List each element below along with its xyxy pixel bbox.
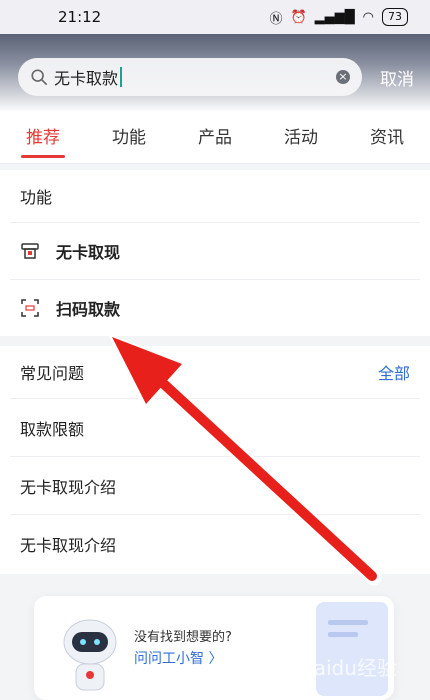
faq-title: 常见问题 <box>20 364 85 383</box>
tab-activities[interactable]: 活动 <box>258 112 344 164</box>
tab-products[interactable]: 产品 <box>172 112 258 164</box>
text-caret <box>120 67 123 87</box>
function-item-scan-withdraw[interactable]: 扫码取款 <box>10 279 420 336</box>
tab-recommended[interactable]: 推荐 <box>0 112 86 164</box>
search-input[interactable]: 无卡取款 × <box>18 58 362 96</box>
functions-title: 功能 <box>20 188 53 207</box>
wifi-icon: ◠ <box>362 9 374 25</box>
tab-functions[interactable]: 功能 <box>86 112 172 164</box>
cancel-button[interactable]: 取消 <box>380 65 414 90</box>
tab-news[interactable]: 资讯 <box>344 112 430 164</box>
functions-header: 功能 <box>0 170 430 222</box>
search-query-text: 无卡取款 <box>54 69 119 88</box>
function-item-label: 扫码取款 <box>56 300 121 319</box>
battery-icon: 73 <box>382 8 408 26</box>
function-item-cardless-withdraw[interactable]: 无卡取现 <box>10 222 420 279</box>
status-bar: 21:12 Ⓝ ⏰ ▂▄▆█ ◠ 73 <box>0 0 430 34</box>
assistant-card[interactable]: 没有找到想要的? 问问工小智 〉 <box>34 596 394 700</box>
document-illustration <box>316 602 388 696</box>
alarm-icon: ⏰ <box>290 9 307 25</box>
faq-item[interactable]: 取款限额 <box>10 398 420 456</box>
faq-item[interactable]: 无卡取现介绍 <box>10 514 420 572</box>
status-time: 21:12 <box>58 8 102 26</box>
atm-icon <box>21 243 39 259</box>
faq-all-link[interactable]: 全部 <box>378 360 410 384</box>
signal-icon: ▂▄▆█ <box>314 9 355 25</box>
scan-code-icon <box>21 299 39 317</box>
faq-header: 常见问题 全部 <box>0 346 430 398</box>
function-item-label: 无卡取现 <box>56 243 121 262</box>
faq-section: 常见问题 全部 取款限额 无卡取现介绍 无卡取现介绍 <box>0 346 430 574</box>
tab-bar: 推荐 功能 产品 活动 资讯 <box>0 112 430 164</box>
assistant-question: 没有找到想要的? <box>134 630 232 645</box>
clear-icon[interactable]: × <box>336 70 350 84</box>
status-icons: Ⓝ ⏰ ▂▄▆█ ◠ 73 <box>269 8 408 27</box>
faq-item[interactable]: 无卡取现介绍 <box>10 456 420 514</box>
nfc-icon: Ⓝ <box>269 11 283 27</box>
search-query[interactable]: 无卡取款 <box>54 65 336 89</box>
watermark: Baidu经验 <box>300 656 397 680</box>
search-row: 无卡取款 × 取消 <box>18 57 430 97</box>
ask-assistant-link[interactable]: 问问工小智 〉 <box>134 648 222 668</box>
search-icon <box>31 69 48 86</box>
robot-avatar <box>63 619 117 691</box>
functions-section: 功能 无卡取现 扫码取款 <box>0 170 430 336</box>
